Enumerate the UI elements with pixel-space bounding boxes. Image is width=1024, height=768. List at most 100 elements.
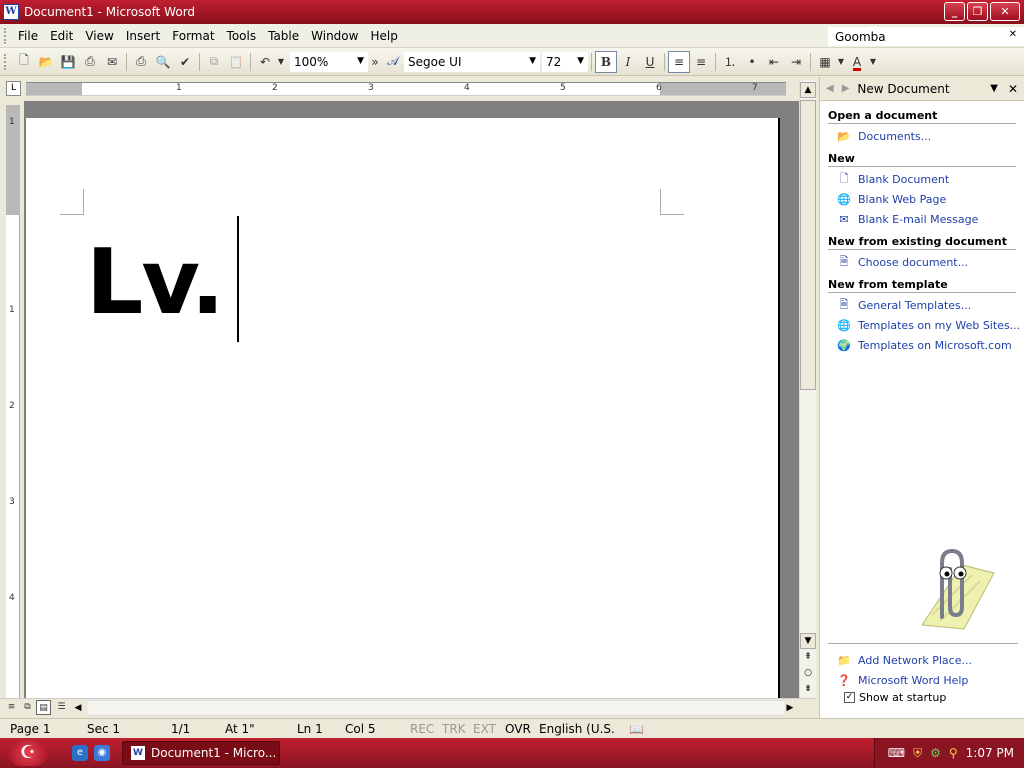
italic-button[interactable]: I [617,51,639,73]
font-color-dropdown-icon[interactable]: ▼ [868,51,878,73]
close-button[interactable]: ✕ [990,2,1020,21]
shield-icon[interactable]: ⛨ [913,746,922,761]
undo-icon[interactable]: ↶ [254,51,276,73]
start-button[interactable]: ☪ [8,740,48,766]
network-icon[interactable]: ⚙ [930,746,941,760]
templates-microsoft-link[interactable]: 🌍 Templates on Microsoft.com [836,337,1024,353]
templates-web-sites-link[interactable]: 🌐 Templates on my Web Sites... [836,317,1024,333]
print-layout-view-icon[interactable]: ▤ [36,700,51,715]
menu-grip[interactable] [4,27,7,44]
chevron-down-icon[interactable]: ▼ [529,56,536,66]
choose-document-link[interactable]: 🗎 Choose document... [836,254,1024,270]
blank-document-link[interactable]: 🗋 Blank Document [836,171,1024,187]
scroll-right-button[interactable]: ▶ [782,700,798,716]
undo-dropdown-icon[interactable]: ▼ [276,51,286,73]
zoom-combo[interactable]: 100% ▼ [290,51,368,72]
decrease-indent-icon[interactable]: ⇤ [763,51,785,73]
search-icon[interactable]: ⚲ [949,746,958,760]
general-templates-link[interactable]: 🗎 General Templates... [836,297,1024,313]
taskbar-word-button[interactable]: W Document1 - Micro... [122,741,280,765]
web-layout-view-icon[interactable]: ⧉ [20,700,35,715]
align-center-button[interactable]: ≡ [690,51,712,73]
close-small-icon[interactable]: ✕ [1009,29,1017,40]
clock[interactable]: 1:07 PM [966,746,1014,760]
menu-help[interactable]: Help [365,27,402,45]
internet-explorer-icon[interactable]: e [72,745,88,761]
scroll-left-button[interactable]: ◀ [70,700,86,716]
menu-edit[interactable]: Edit [45,27,78,45]
task-pane-title[interactable]: New Document [857,82,990,96]
bold-button[interactable]: B [595,50,617,73]
ask-question-box[interactable]: Goomba ✕ [828,27,1024,46]
minimize-button[interactable]: _ [944,2,965,21]
scroll-down-button[interactable]: ▼ [800,633,816,649]
bullets-icon[interactable]: • [741,51,763,73]
back-arrow-icon[interactable]: ◀ [826,83,834,94]
underline-button[interactable]: U [639,51,661,73]
status-trk[interactable]: TRK [442,722,466,736]
spelling-status-icon[interactable]: 📖 [629,722,644,736]
document-page[interactable]: Lv. [26,118,780,698]
menu-table[interactable]: Table [263,27,304,45]
word-help-link[interactable]: ❓ Microsoft Word Help [836,672,1018,688]
status-language[interactable]: English (U.S. [539,722,615,736]
paste-icon[interactable]: 📋 [225,51,247,73]
status-ovr[interactable]: OVR [505,722,531,736]
borders-dropdown-icon[interactable]: ▼ [836,51,846,73]
styles-icon[interactable]: 𝒜 [382,51,404,73]
next-page-button[interactable]: ⇟ [800,682,816,698]
keyboard-icon[interactable]: ⌨ [888,746,905,760]
permission-icon[interactable]: ⎙ [79,51,101,73]
borders-icon[interactable]: ▦ [814,51,836,73]
checkmark-icon[interactable]: ✓ [844,692,855,703]
menu-view[interactable]: View [80,27,118,45]
status-rec[interactable]: REC [410,722,434,736]
normal-view-icon[interactable]: ≡ [4,700,19,715]
blank-web-page-link[interactable]: 🌐 Blank Web Page [836,191,1024,207]
forward-arrow-icon[interactable]: ▶ [842,83,850,94]
scroll-up-button[interactable]: ▲ [800,82,816,98]
select-browse-object-button[interactable]: ○ [800,666,816,682]
quick-launch-icon[interactable]: ◉ [94,745,110,761]
email-icon[interactable]: ✉ [101,51,123,73]
menu-tools[interactable]: Tools [222,27,262,45]
spelling-icon[interactable]: ✔ [174,51,196,73]
word-app-icon[interactable]: W [3,4,19,20]
maximize-button[interactable]: ❐ [967,2,988,21]
open-icon[interactable]: 📂 [35,51,57,73]
menu-format[interactable]: Format [167,27,219,45]
previous-page-button[interactable]: ⇞ [800,650,816,666]
print-icon[interactable]: ⎙ [130,51,152,73]
scroll-thumb[interactable] [800,100,816,390]
numbering-icon[interactable]: ⒈ [719,51,741,73]
toolbar-options-icon[interactable]: » [368,51,382,73]
font-color-icon[interactable]: A [846,51,868,73]
font-size-combo[interactable]: 72 ▼ [542,51,588,72]
ruler-strip[interactable]: 1 2 3 4 5 6 7 [26,82,786,96]
toolbar-grip[interactable] [4,53,7,70]
print-preview-icon[interactable]: 🔍 [152,51,174,73]
close-icon[interactable]: ✕ [1008,82,1018,96]
tab-selector[interactable]: L [6,81,21,96]
increase-indent-icon[interactable]: ⇥ [785,51,807,73]
copy-icon[interactable]: ⧉ [203,51,225,73]
new-document-icon[interactable]: 🗋 [13,51,35,73]
chevron-down-icon[interactable]: ▼ [357,56,364,66]
menu-window[interactable]: Window [306,27,363,45]
show-at-startup-checkbox[interactable]: ✓ Show at startup [844,691,1018,704]
chevron-down-icon[interactable]: ▼ [577,56,584,66]
menu-insert[interactable]: Insert [121,27,165,45]
save-icon[interactable]: 💾 [57,51,79,73]
office-assistant-clippy-icon[interactable] [902,545,998,631]
status-ext[interactable]: EXT [473,722,496,736]
outline-view-icon[interactable]: ☰ [54,700,69,715]
add-network-place-link[interactable]: 📁 Add Network Place... [836,652,1018,668]
chevron-down-icon[interactable]: ▼ [990,83,998,94]
blank-email-link[interactable]: ✉ Blank E-mail Message [836,211,1024,227]
font-combo[interactable]: Segoe UI ▼ [404,51,540,72]
document-text[interactable]: Lv. [86,233,225,333]
documents-link[interactable]: 📂 Documents... [836,128,1024,144]
horizontal-scroll-track[interactable] [86,700,786,716]
menu-file[interactable]: File [13,27,43,45]
align-left-button[interactable]: ≡ [668,50,690,73]
